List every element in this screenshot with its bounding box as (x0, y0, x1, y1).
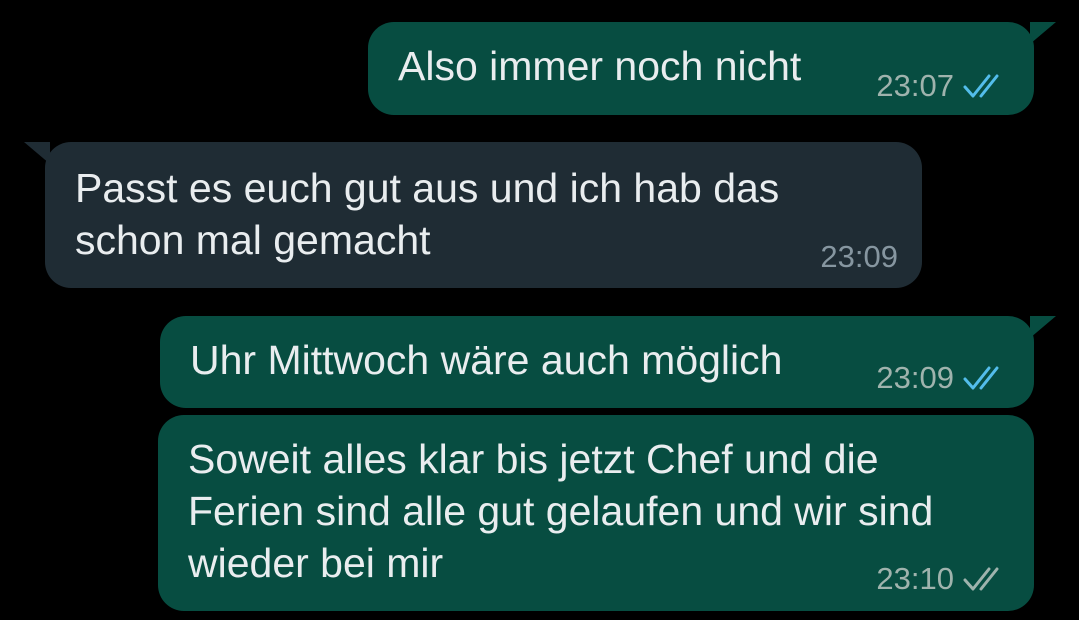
outgoing-message[interactable]: Also immer noch nicht 23:07 (368, 22, 1034, 115)
incoming-message[interactable]: Passt es euch gut aus und ich hab das sc… (45, 142, 922, 288)
message-meta: 23:09 (820, 239, 898, 275)
message-time: 23:09 (876, 360, 954, 395)
message-text: Also immer noch nicht (398, 43, 802, 89)
message-text: Passt es euch gut aus und ich hab das sc… (75, 165, 780, 263)
message-text: Uhr Mittwoch wäre auch möglich (190, 337, 783, 383)
message-time: 23:10 (876, 561, 954, 596)
message-meta: 23:10 (876, 561, 1010, 597)
message-meta: 23:09 (876, 360, 1010, 396)
double-check-read-icon (963, 74, 999, 98)
message-time: 23:07 (876, 68, 954, 103)
message-time: 23:09 (820, 239, 898, 274)
outgoing-message[interactable]: Soweit alles klar bis jetzt Chef und die… (158, 415, 1034, 611)
bubble-tail (1030, 316, 1056, 338)
message-text: Soweit alles klar bis jetzt Chef und die… (188, 436, 934, 586)
bubble-tail (1030, 22, 1056, 44)
message-meta: 23:07 (876, 68, 1010, 104)
outgoing-message[interactable]: Uhr Mittwoch wäre auch möglich 23:09 (160, 316, 1034, 408)
double-check-read-icon (963, 366, 999, 390)
double-check-delivered-icon (963, 567, 999, 591)
